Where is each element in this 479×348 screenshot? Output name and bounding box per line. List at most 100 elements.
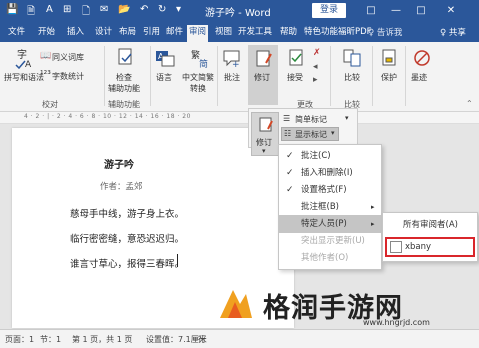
tab-review[interactable]: 审阅 [187,25,209,42]
status-row[interactable]: 行 [198,334,206,345]
simple-markup-dropdown[interactable]: ☰ 简单标记 ▾ [281,112,355,126]
comment-button[interactable]: 批注 [224,72,240,83]
tab-view[interactable]: 视图 [215,25,232,42]
chinese-conversion-icon: 繁 简 [191,49,208,68]
reject-icon[interactable]: ✗ [313,48,321,58]
separator [217,46,218,106]
status-section[interactable]: 节：1 [40,334,61,345]
tab-mailings[interactable]: 邮件 [166,25,183,42]
protect-icon [382,49,396,66]
menu-item-formatting[interactable]: ✓ 设置格式(F) [279,181,381,199]
tab-layout[interactable]: 布局 [119,25,136,42]
customize-quick-access-icon[interactable]: ▾ [176,4,181,15]
tab-design[interactable]: 设计 [95,25,112,42]
status-page[interactable]: 页面：1 [5,334,34,345]
check-accessibility-button[interactable]: 检查 辅助功能 [108,72,140,94]
status-page-count[interactable]: 第 1 页，共 1 页 [72,334,132,345]
title-bar: 💾 🗎 A ⊞ 🗋 ✉ 📂 ↶ ↻ ▾ 游子吟 - Word 登录 □ — □ … [0,0,479,22]
ruler-ticks: 4 · 2 · | · 2 · 4 · 6 · 8 · 10 · 12 · 14… [24,113,191,120]
ribbon-display-options-button[interactable]: □ [360,3,382,19]
menu-item-label: 突出显示更新(U) [301,236,365,246]
menu-item-balloons[interactable]: 批注框(B) ▸ [279,198,381,216]
undo-icon[interactable]: ↶ [140,4,148,15]
ruler[interactable]: 4 · 2 · | · 2 · 4 · 6 · 8 · 10 · 12 · 14… [0,112,479,124]
tab-foxit-pdf[interactable]: 福昕PDF [338,25,372,42]
maximize-button[interactable]: □ [410,3,432,19]
tab-file[interactable]: 文件 [8,25,25,42]
menu-item-specific-people[interactable]: 特定人员(P) ▸ [279,215,381,233]
ink-button[interactable]: 墨迹 [411,72,427,83]
thesaurus-icon: 📖 [40,51,52,61]
redo-icon[interactable]: ↻ [158,4,166,15]
svg-text:A: A [25,60,32,69]
menu-item-all-reviewers[interactable]: 所有审阅者(A) [383,216,477,234]
markup-icon: ☰ [283,114,291,123]
separator [405,46,406,106]
separator [372,46,373,106]
text-cursor [177,254,178,267]
language-icon: A [156,51,175,67]
language-button[interactable]: 语言 [156,72,172,83]
compare-icon [343,49,361,67]
print-preview-icon[interactable]: 🗎 [27,4,35,21]
checkbox-icon[interactable] [390,241,402,253]
chinese-conversion-button[interactable]: 中文简繁 转换 [182,72,214,94]
login-button[interactable]: 登录 [312,3,346,18]
accept-icon [289,49,303,66]
chevron-down-icon: ▾ [331,129,335,137]
svg-text:+: + [232,60,240,68]
collapse-ribbon-icon[interactable]: ⌃ [466,99,473,108]
ribbon-tabs: 文件 开始 插入 设计 布局 引用 邮件 审阅 视图 开发工具 帮助 特色功能 … [0,22,479,42]
format-icon[interactable]: A [46,4,53,15]
poem-line-2: 临行密密缝，意恐迟迟归。 [70,234,185,245]
menu-item-other-authors[interactable]: 其他作者(O) [279,249,381,267]
word-count-button[interactable]: 字数统计 [52,71,84,82]
show-markup-menu: ✓ 批注(C) ✓ 插入和删除(I) ✓ 设置格式(F) 批注框(B) ▸ 特定… [278,144,382,270]
tab-featured[interactable]: 特色功能 [304,25,338,42]
previous-change-icon[interactable]: ◂ [313,62,318,72]
menu-item-label: 其他作者(O) [301,253,349,263]
show-markup-button[interactable]: ☷ 显示标记 ▾ [281,127,339,141]
open-icon[interactable]: 📂 [118,4,130,15]
tab-home[interactable]: 开始 [38,25,55,42]
submenu-arrow-icon: ▸ [371,203,375,211]
accessibility-check-icon [118,48,132,65]
menu-item-reviewer-xbany[interactable]: xbany [385,237,475,257]
close-button[interactable]: ✕ [440,3,462,19]
accept-button[interactable]: 接受 [287,72,303,83]
menu-item-comments[interactable]: ✓ 批注(C) [279,147,381,165]
protect-button[interactable]: 保护 [381,72,397,83]
show-markup-label: 显示标记 [295,130,327,139]
menu-item-highlight-updates[interactable]: 突出显示更新(U) [279,232,381,250]
compare-button[interactable]: 比较 [344,72,360,83]
poem-line-1: 慈母手中线，游子身上衣。 [70,209,185,220]
menu-item-label: 插入和删除(I) [301,168,353,178]
next-change-icon[interactable]: ▸ [313,75,318,85]
simple-markup-label: 简单标记 [295,115,327,124]
save-icon[interactable]: 💾 [6,4,18,15]
tab-developer[interactable]: 开发工具 [238,25,272,42]
watermark-url: www.hngrjd.com [363,318,430,327]
ink-icon [414,50,430,66]
table-icon[interactable]: ⊞ [63,4,71,15]
menu-item-insertions-deletions[interactable]: ✓ 插入和删除(I) [279,164,381,182]
track-changes-floating-button[interactable]: 修订 ▾ [251,112,279,156]
watermark-logo [220,290,252,318]
thesaurus-button[interactable]: 同义词库 [52,52,84,63]
svg-text:简: 简 [199,58,208,68]
track-changes-label: 修订 [254,73,270,82]
minimize-button[interactable]: — [385,3,407,19]
tab-references[interactable]: 引用 [143,25,160,42]
check-icon: ✓ [286,168,294,178]
tab-help[interactable]: 帮助 [280,25,297,42]
share-button[interactable]: ♀ 共享 [440,26,466,38]
new-doc-icon[interactable]: 🗋 [82,4,90,21]
tell-me-search[interactable]: ♀ 告诉我 [368,26,402,38]
menu-item-label: 所有审阅者(A) [403,220,458,230]
group-accessibility-label: 辅助功能 [108,100,140,109]
tab-insert[interactable]: 插入 [67,25,84,42]
document-title: 游子吟 - Word [205,8,271,19]
spelling-grammar-button[interactable]: 拼写和语法 [4,72,44,83]
word-count-icon: ¹²³ [40,70,51,80]
email-icon[interactable]: ✉ [100,4,108,15]
